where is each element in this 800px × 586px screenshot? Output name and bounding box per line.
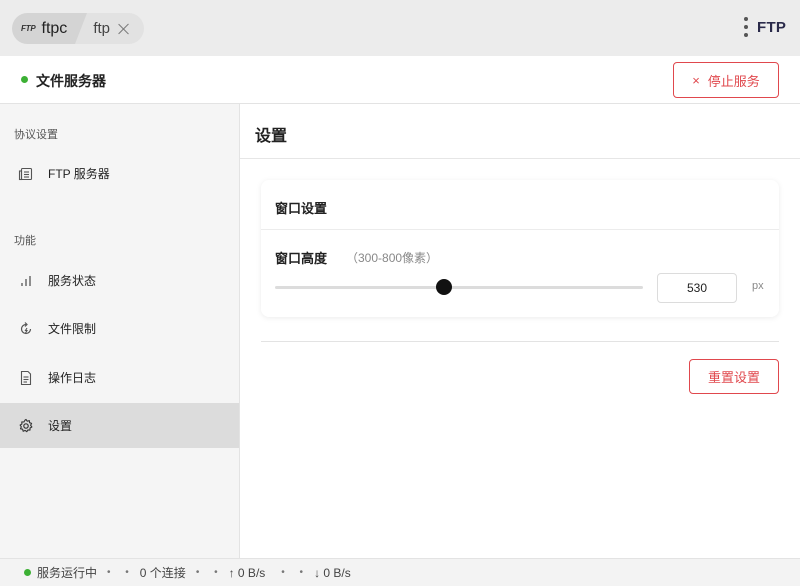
section-title: 设置: [255, 128, 288, 145]
stop-service-button[interactable]: × 停止服务: [673, 62, 779, 98]
card-title: 窗口设置: [275, 201, 328, 216]
sidebar-item-service-status[interactable]: 服务状态: [0, 258, 239, 303]
sidebar-section-protocol: 协议设置: [14, 129, 58, 141]
sidebar-item-ftp-server[interactable]: FTP 服务器: [0, 151, 239, 196]
sidebar-section-features: 功能: [14, 235, 36, 247]
sidebar-item-operation-log[interactable]: 操作日志: [0, 355, 239, 400]
document-icon: [18, 370, 34, 386]
stop-service-label: 停止服务: [707, 73, 760, 89]
divider: [261, 229, 779, 230]
tab-ftp[interactable]: ftp: [87, 13, 144, 44]
tab-label: ftpc: [41, 19, 68, 37]
reset-settings-button[interactable]: 重置设置: [689, 359, 779, 394]
window-height-input[interactable]: [657, 273, 737, 303]
status-bar: 服务运行中 • • 0 个连接 • • ↑ 0 B/s • • ↓ 0 B/s: [0, 558, 800, 586]
close-icon[interactable]: [118, 23, 130, 35]
separator: • •: [281, 567, 310, 578]
service-status-text: 服务运行中: [37, 566, 98, 580]
download-speed: ↓ 0 B/s: [314, 565, 351, 580]
tab-strip: FTP ftpc ftp: [12, 13, 144, 44]
status-indicator: [24, 569, 31, 576]
ftp-logo-icon: FTP: [21, 24, 36, 33]
sidebar-item-label: FTP 服务器: [48, 167, 110, 181]
window-settings-card: 窗口设置 窗口高度 （300-800像素） px: [261, 180, 779, 317]
sidebar-item-label: 操作日志: [48, 371, 97, 385]
title-bar: FTP ftpc ftp FTP: [0, 0, 800, 56]
sidebar-item-label: 服务状态: [48, 274, 97, 288]
divider: [240, 158, 800, 159]
connection-count: 0 个连接: [139, 566, 186, 580]
sidebar-item-label: 文件限制: [48, 322, 97, 336]
status-indicator: [21, 76, 28, 83]
refresh-lightning-icon: [18, 321, 34, 337]
separator: • •: [107, 567, 135, 578]
gear-icon: [18, 418, 34, 434]
separator: • •: [195, 567, 224, 578]
divider: [261, 341, 779, 342]
sidebar-item-settings[interactable]: 设置: [0, 403, 239, 448]
sidebar-item-label: 设置: [48, 419, 73, 433]
window-height-slider-track[interactable]: [275, 286, 643, 289]
close-icon: ×: [692, 72, 700, 88]
bar-chart-icon: [18, 273, 34, 289]
window-height-slider-thumb[interactable]: [436, 279, 453, 295]
tab-ftpc[interactable]: FTP ftpc: [12, 13, 76, 44]
app-header: 文件服务器 × 停止服务: [0, 56, 800, 104]
upload-speed: ↑ 0 B/s: [228, 565, 266, 580]
unit-label: px: [752, 280, 764, 292]
server-icon: [18, 166, 34, 182]
window-height-hint: （300-800像素）: [346, 251, 439, 265]
sidebar: 协议设置 FTP 服务器 功能 服务状态 文件限制 操作日志 设置: [0, 104, 240, 558]
window-height-label: 窗口高度: [275, 251, 328, 266]
more-menu-icon[interactable]: [743, 17, 749, 39]
tab-divider: [75, 13, 88, 44]
sidebar-item-file-limits[interactable]: 文件限制: [0, 306, 239, 351]
brand-logo: FTP: [757, 19, 787, 36]
page-title: 文件服务器: [36, 73, 106, 89]
tab-label: ftp: [93, 20, 110, 37]
